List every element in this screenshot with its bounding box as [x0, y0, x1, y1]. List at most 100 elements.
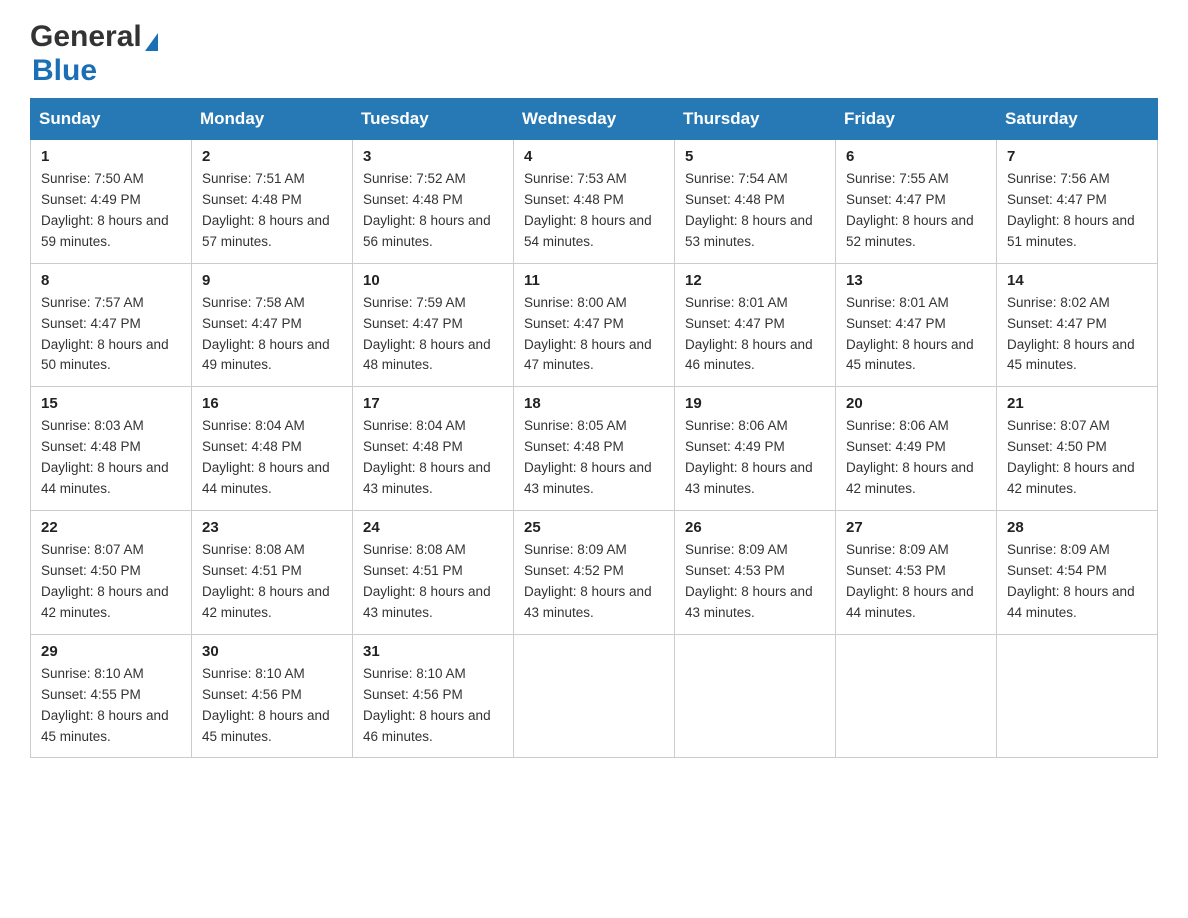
day-info: Sunrise: 7:51 AMSunset: 4:48 PMDaylight:…: [202, 169, 342, 253]
day-number: 4: [524, 148, 664, 165]
day-number: 27: [846, 519, 986, 536]
day-info: Sunrise: 7:57 AMSunset: 4:47 PMDaylight:…: [41, 293, 181, 377]
day-info: Sunrise: 7:52 AMSunset: 4:48 PMDaylight:…: [363, 169, 503, 253]
day-number: 29: [41, 643, 181, 660]
col-header-friday: Friday: [836, 99, 997, 140]
col-header-thursday: Thursday: [675, 99, 836, 140]
day-info: Sunrise: 7:54 AMSunset: 4:48 PMDaylight:…: [685, 169, 825, 253]
day-info: Sunrise: 8:07 AMSunset: 4:50 PMDaylight:…: [41, 540, 181, 624]
calendar-cell: 20 Sunrise: 8:06 AMSunset: 4:49 PMDayligh…: [836, 387, 997, 511]
calendar-cell: 14Sunrise: 8:02 AMSunset: 4:47 PMDayligh…: [997, 263, 1158, 387]
calendar-cell: 12 Sunrise: 8:01 AMSunset: 4:47 PMDayligh…: [675, 263, 836, 387]
day-number: 2: [202, 148, 342, 165]
calendar-cell: 29Sunrise: 8:10 AMSunset: 4:55 PMDayligh…: [31, 634, 192, 758]
day-info: Sunrise: 7:55 AMSunset: 4:47 PMDaylight:…: [846, 169, 986, 253]
day-number: 14: [1007, 272, 1147, 289]
calendar-cell: 5 Sunrise: 7:54 AMSunset: 4:48 PMDaylight…: [675, 140, 836, 264]
day-info: Sunrise: 8:04 AMSunset: 4:48 PMDaylight:…: [363, 416, 503, 500]
day-info: Sunrise: 8:10 AMSunset: 4:56 PMDaylight:…: [363, 664, 503, 748]
day-number: 15: [41, 395, 181, 412]
calendar-cell: 31 Sunrise: 8:10 AMSunset: 4:56 PMDayligh…: [353, 634, 514, 758]
day-info: Sunrise: 8:08 AMSunset: 4:51 PMDaylight:…: [363, 540, 503, 624]
day-number: 9: [202, 272, 342, 289]
calendar-cell: 10 Sunrise: 7:59 AMSunset: 4:47 PMDayligh…: [353, 263, 514, 387]
day-info: Sunrise: 8:00 AMSunset: 4:47 PMDaylight:…: [524, 293, 664, 377]
week-row-1: 1Sunrise: 7:50 AMSunset: 4:49 PMDaylight…: [31, 140, 1158, 264]
calendar-cell: 9 Sunrise: 7:58 AMSunset: 4:47 PMDaylight…: [192, 263, 353, 387]
day-info: Sunrise: 8:09 AMSunset: 4:53 PMDaylight:…: [685, 540, 825, 624]
col-header-sunday: Sunday: [31, 99, 192, 140]
day-number: 31: [363, 643, 503, 660]
logo-triangle-icon: [145, 33, 158, 51]
logo-blue-text: Blue: [32, 54, 97, 87]
day-number: 11: [524, 272, 664, 289]
calendar-cell: 18 Sunrise: 8:05 AMSunset: 4:48 PMDayligh…: [514, 387, 675, 511]
day-number: 18: [524, 395, 664, 412]
week-row-5: 29Sunrise: 8:10 AMSunset: 4:55 PMDayligh…: [31, 634, 1158, 758]
calendar-cell: [514, 634, 675, 758]
col-header-saturday: Saturday: [997, 99, 1158, 140]
calendar-cell: 27Sunrise: 8:09 AMSunset: 4:53 PMDayligh…: [836, 511, 997, 635]
col-header-monday: Monday: [192, 99, 353, 140]
day-number: 3: [363, 148, 503, 165]
day-number: 26: [685, 519, 825, 536]
day-info: Sunrise: 8:06 AMSunset: 4:49 PMDaylight:…: [685, 416, 825, 500]
day-info: Sunrise: 8:10 AMSunset: 4:56 PMDaylight:…: [202, 664, 342, 748]
day-info: Sunrise: 7:56 AMSunset: 4:47 PMDaylight:…: [1007, 169, 1147, 253]
day-info: Sunrise: 8:03 AMSunset: 4:48 PMDaylight:…: [41, 416, 181, 500]
calendar-table: SundayMondayTuesdayWednesdayThursdayFrid…: [30, 98, 1158, 758]
calendar-cell: 11 Sunrise: 8:00 AMSunset: 4:47 PMDayligh…: [514, 263, 675, 387]
day-info: Sunrise: 8:08 AMSunset: 4:51 PMDaylight:…: [202, 540, 342, 624]
day-number: 8: [41, 272, 181, 289]
calendar-cell: 16 Sunrise: 8:04 AMSunset: 4:48 PMDayligh…: [192, 387, 353, 511]
day-info: Sunrise: 8:06 AMSunset: 4:49 PMDaylight:…: [846, 416, 986, 500]
calendar-cell: [997, 634, 1158, 758]
calendar-cell: [836, 634, 997, 758]
day-info: Sunrise: 8:04 AMSunset: 4:48 PMDaylight:…: [202, 416, 342, 500]
calendar-cell: 4 Sunrise: 7:53 AMSunset: 4:48 PMDaylight…: [514, 140, 675, 264]
calendar-header-row: SundayMondayTuesdayWednesdayThursdayFrid…: [31, 99, 1158, 140]
day-number: 25: [524, 519, 664, 536]
day-number: 16: [202, 395, 342, 412]
week-row-2: 8 Sunrise: 7:57 AMSunset: 4:47 PMDaylight…: [31, 263, 1158, 387]
day-info: Sunrise: 8:01 AMSunset: 4:47 PMDaylight:…: [685, 293, 825, 377]
calendar-cell: 1Sunrise: 7:50 AMSunset: 4:49 PMDaylight…: [31, 140, 192, 264]
calendar-cell: 13 Sunrise: 8:01 AMSunset: 4:47 PMDayligh…: [836, 263, 997, 387]
day-info: Sunrise: 7:50 AMSunset: 4:49 PMDaylight:…: [41, 169, 181, 253]
col-header-tuesday: Tuesday: [353, 99, 514, 140]
day-info: Sunrise: 7:58 AMSunset: 4:47 PMDaylight:…: [202, 293, 342, 377]
day-number: 22: [41, 519, 181, 536]
calendar-cell: 19 Sunrise: 8:06 AMSunset: 4:49 PMDayligh…: [675, 387, 836, 511]
calendar-cell: 6 Sunrise: 7:55 AMSunset: 4:47 PMDaylight…: [836, 140, 997, 264]
calendar-cell: 26 Sunrise: 8:09 AMSunset: 4:53 PMDayligh…: [675, 511, 836, 635]
calendar-cell: [675, 634, 836, 758]
day-info: Sunrise: 8:09 AMSunset: 4:52 PMDaylight:…: [524, 540, 664, 624]
calendar-cell: 2 Sunrise: 7:51 AMSunset: 4:48 PMDaylight…: [192, 140, 353, 264]
day-info: Sunrise: 7:59 AMSunset: 4:47 PMDaylight:…: [363, 293, 503, 377]
day-number: 24: [363, 519, 503, 536]
day-number: 7: [1007, 148, 1147, 165]
calendar-cell: 21Sunrise: 8:07 AMSunset: 4:50 PMDayligh…: [997, 387, 1158, 511]
day-number: 10: [363, 272, 503, 289]
day-number: 20: [846, 395, 986, 412]
day-number: 17: [363, 395, 503, 412]
day-info: Sunrise: 8:09 AMSunset: 4:54 PMDaylight:…: [1007, 540, 1147, 624]
calendar-cell: 15 Sunrise: 8:03 AMSunset: 4:48 PMDayligh…: [31, 387, 192, 511]
day-number: 12: [685, 272, 825, 289]
day-info: Sunrise: 7:53 AMSunset: 4:48 PMDaylight:…: [524, 169, 664, 253]
logo: General Blue: [30, 20, 158, 88]
calendar-cell: 25 Sunrise: 8:09 AMSunset: 4:52 PMDayligh…: [514, 511, 675, 635]
day-info: Sunrise: 8:01 AMSunset: 4:47 PMDaylight:…: [846, 293, 986, 377]
calendar-cell: 30 Sunrise: 8:10 AMSunset: 4:56 PMDayligh…: [192, 634, 353, 758]
day-number: 21: [1007, 395, 1147, 412]
calendar-cell: 23Sunrise: 8:08 AMSunset: 4:51 PMDayligh…: [192, 511, 353, 635]
day-number: 19: [685, 395, 825, 412]
day-number: 30: [202, 643, 342, 660]
calendar-cell: 24 Sunrise: 8:08 AMSunset: 4:51 PMDayligh…: [353, 511, 514, 635]
day-info: Sunrise: 8:05 AMSunset: 4:48 PMDaylight:…: [524, 416, 664, 500]
calendar-cell: 17 Sunrise: 8:04 AMSunset: 4:48 PMDayligh…: [353, 387, 514, 511]
day-number: 6: [846, 148, 986, 165]
day-number: 5: [685, 148, 825, 165]
day-number: 13: [846, 272, 986, 289]
col-header-wednesday: Wednesday: [514, 99, 675, 140]
